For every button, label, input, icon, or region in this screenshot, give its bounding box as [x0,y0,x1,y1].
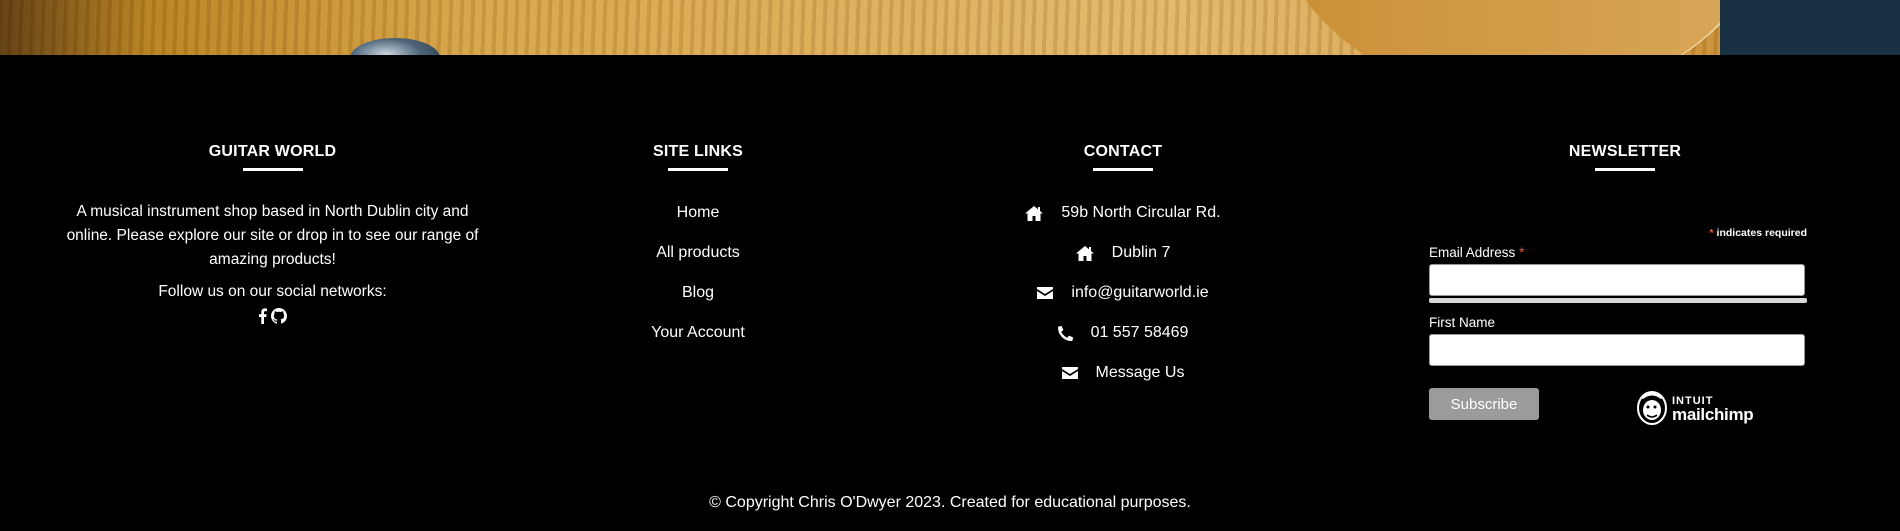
site-links-column: SITE LINKS Home All products Blog Your A… [598,143,798,353]
contact-phone[interactable]: 01 557 58469 [1023,313,1223,353]
github-icon[interactable] [271,308,287,329]
link-blog[interactable]: Blog [598,273,798,313]
link-all-products[interactable]: All products [598,233,798,273]
required-star: * [1519,245,1525,260]
envelope-icon [1061,367,1078,379]
contact-title: CONTACT [1083,143,1163,160]
newsletter-heading: NEWSLETTER [1545,143,1705,171]
contact-text: 59b North Circular Rd. [1061,204,1221,221]
about-description: A musical instrument shop based in North… [66,203,479,268]
mailchimp-icon [1637,391,1667,425]
required-note-text: indicates required [1713,227,1807,239]
contact-text: Message Us [1095,364,1185,381]
link-your-account[interactable]: Your Account [598,313,798,353]
title-underline [668,168,728,171]
contact-list: 59b North Circular Rd. Dublin 7 info@gui… [1023,193,1223,393]
contact-address-line1: 59b North Circular Rd. [1023,193,1223,233]
contact-email[interactable]: info@guitarworld.ie [1023,273,1223,313]
home-icon [1075,245,1094,261]
mailchimp-logo[interactable]: INTUIT mailchimp [1636,390,1754,426]
home-icon [1025,205,1044,221]
about-column: GUITAR WORLD A musical instrument shop b… [60,143,485,329]
title-underline [1595,168,1655,171]
social-links [60,308,485,329]
contact-text: Dublin 7 [1111,244,1171,261]
email-field[interactable] [1429,264,1805,296]
contact-column: CONTACT 59b North Circular Rd. Dublin 7 … [1023,143,1223,393]
facebook-icon[interactable] [258,308,267,329]
first-name-label: First Name [1429,315,1496,330]
contact-address-line2: Dublin 7 [1023,233,1223,273]
contact-text: 01 557 58469 [1090,324,1189,341]
title-underline [242,168,303,171]
email-field-underline [1429,298,1807,303]
subscribe-button[interactable]: Subscribe [1429,388,1539,420]
first-name-field[interactable] [1429,334,1805,366]
title-underline [1093,168,1153,171]
about-title: GUITAR WORLD [208,143,337,160]
phone-icon [1057,325,1073,341]
required-note: * indicates required [1429,227,1807,239]
dark-background-corner [1720,0,1900,55]
contact-message-us[interactable]: Message Us [1023,353,1223,393]
contact-text: info@guitarworld.ie [1071,284,1209,301]
newsletter-form: * indicates required Email Address * Fir… [1429,227,1807,425]
copyright-text: © Copyright Chris O'Dwyer 2023. Created … [709,494,1191,511]
hero-guitar-image [0,0,1900,55]
email-label: Email Address * [1429,245,1807,260]
brand-bottom: mailchimp [1672,405,1754,424]
email-label-text: Email Address [1429,245,1516,260]
site-links-title: SITE LINKS [652,143,743,160]
newsletter-title: NEWSLETTER [1568,143,1682,160]
follow-text: Follow us on our social networks: [158,283,387,300]
link-home[interactable]: Home [598,193,798,233]
site-links-list: Home All products Blog Your Account [598,193,798,353]
envelope-icon [1037,287,1054,299]
mailchimp-wordmark: INTUIT mailchimp [1672,395,1754,424]
